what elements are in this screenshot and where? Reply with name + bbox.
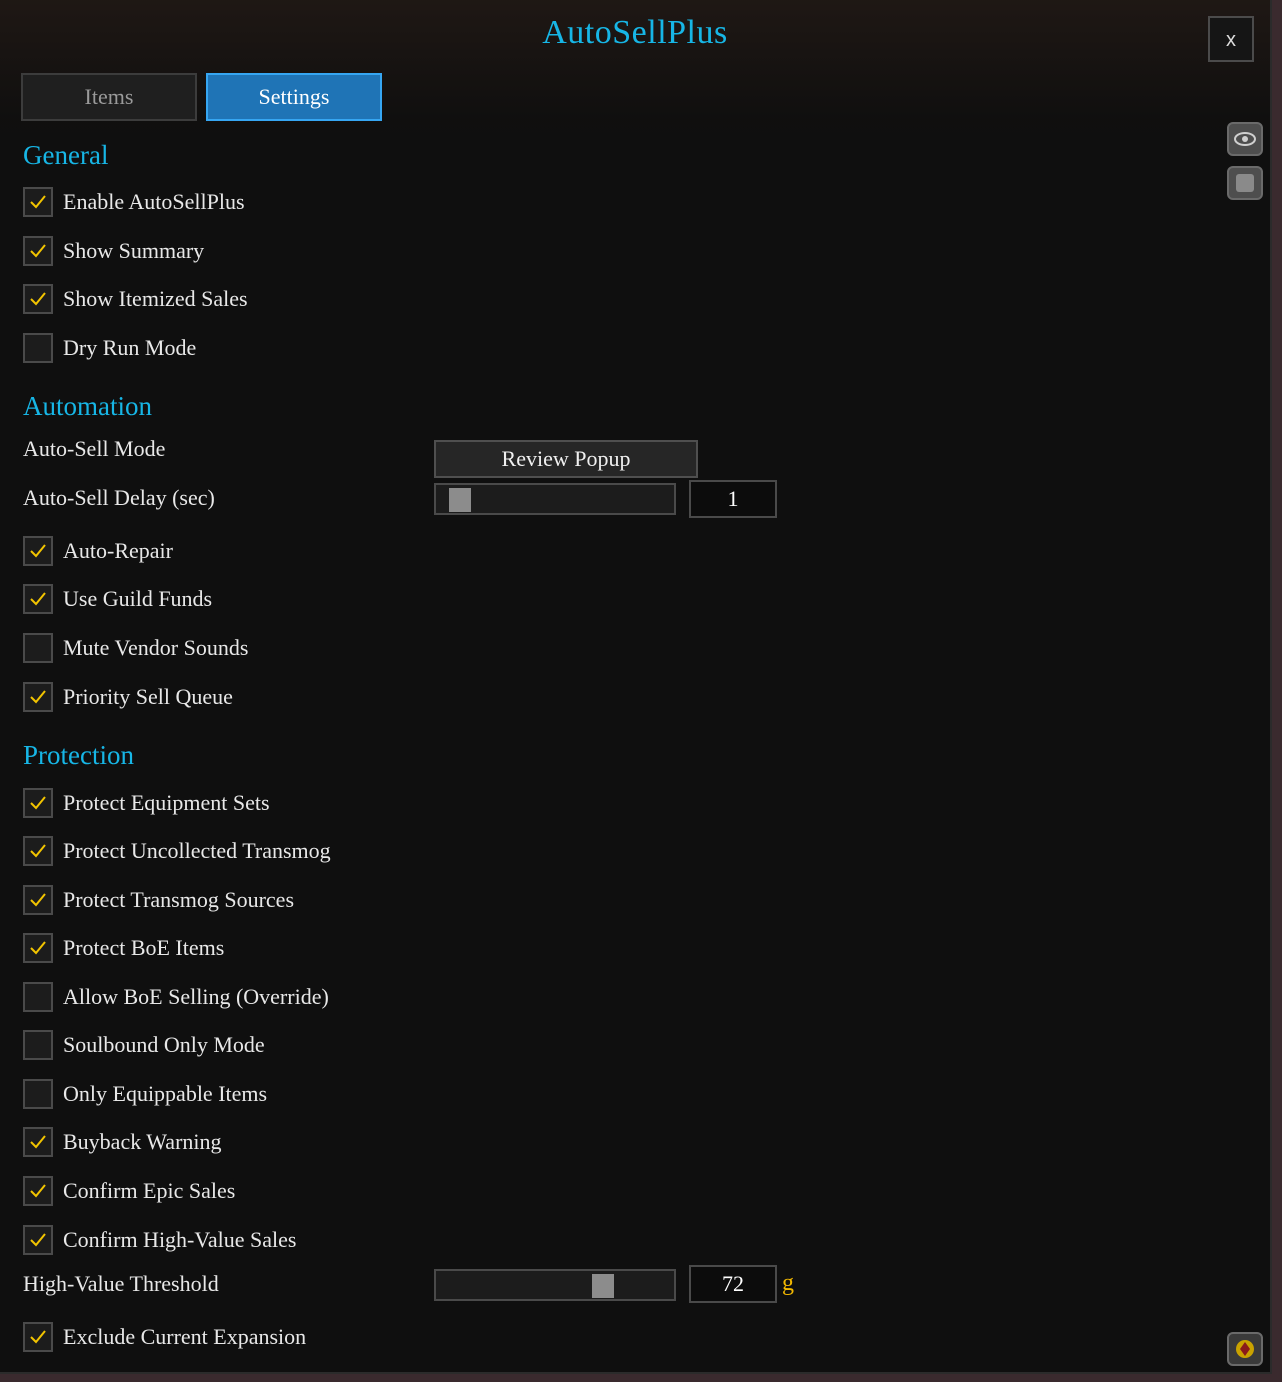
option-label: Mute Vendor Sounds [63, 635, 249, 660]
checkbox[interactable] [23, 1322, 53, 1352]
tab-items[interactable]: Items [21, 73, 197, 121]
tab-settings[interactable]: Settings [206, 73, 382, 121]
window-title: AutoSellPlus [542, 14, 728, 51]
option-label: Protect BoE Items [63, 935, 225, 960]
high-value-threshold-label: High-Value Threshold [23, 1271, 219, 1296]
auto-sell-delay-input[interactable]: 1 [689, 480, 777, 518]
checkbox[interactable] [23, 1079, 53, 1109]
checkbox[interactable] [23, 836, 53, 866]
section-automation-heading: Automation [23, 391, 152, 421]
high-value-threshold-slider[interactable] [434, 1269, 676, 1301]
eye-icon[interactable] [1227, 122, 1263, 156]
checkmark-icon [30, 1135, 46, 1149]
option-label: Buyback Warning [63, 1129, 222, 1154]
option-label: Show Itemized Sales [63, 286, 248, 311]
checkmark-icon [30, 244, 46, 258]
checkbox[interactable] [23, 885, 53, 915]
gem-icon[interactable] [1227, 1332, 1263, 1366]
option-label: Protect Uncollected Transmog [63, 838, 331, 863]
section-general-heading: General [23, 140, 109, 170]
option-label: Confirm Epic Sales [63, 1178, 236, 1203]
high-value-threshold-input[interactable]: 72 [689, 1265, 777, 1303]
checkbox[interactable] [23, 982, 53, 1012]
checkmark-icon [30, 195, 46, 209]
checkbox[interactable] [23, 633, 53, 663]
option-label: Use Guild Funds [63, 586, 213, 611]
checkbox[interactable] [23, 584, 53, 614]
checkbox[interactable] [23, 187, 53, 217]
option-enable-autosellplus[interactable]: Enable AutoSellPlus [23, 186, 245, 218]
checkmark-icon [30, 544, 46, 558]
auto-sell-delay-label: Auto-Sell Delay (sec) [23, 485, 215, 510]
slider-thumb[interactable] [592, 1274, 614, 1298]
checkmark-icon [30, 844, 46, 858]
checkmark-icon [30, 690, 46, 704]
option-label: Protect Transmog Sources [63, 887, 294, 912]
option-label: Only Equippable Items [63, 1081, 268, 1106]
option-show-summary[interactable]: Show Summary [23, 235, 204, 267]
checkbox[interactable] [23, 284, 53, 314]
option-label: Enable AutoSellPlus [63, 189, 245, 214]
checkmark-icon [30, 1184, 46, 1198]
option-confirm-high-value-sales[interactable]: Confirm High-Value Sales [23, 1224, 296, 1256]
checkbox[interactable] [23, 1030, 53, 1060]
checkbox[interactable] [23, 1225, 53, 1255]
checkmark-icon [30, 1330, 46, 1344]
option-protect-boe-items[interactable]: Protect BoE Items [23, 932, 224, 964]
checkbox[interactable] [23, 236, 53, 266]
option-label: Auto-Repair [63, 538, 173, 563]
option-dry-run-mode[interactable]: Dry Run Mode [23, 332, 196, 364]
settings-window: AutoSellPlus x Items Settings General En… [0, 0, 1272, 1374]
checkbox[interactable] [23, 536, 53, 566]
option-mute-vendor-sounds[interactable]: Mute Vendor Sounds [23, 632, 248, 664]
option-protect-equipment-sets[interactable]: Protect Equipment Sets [23, 787, 270, 819]
auto-sell-mode-label: Auto-Sell Mode [23, 436, 166, 461]
checkmark-icon [30, 592, 46, 606]
option-show-itemized-sales[interactable]: Show Itemized Sales [23, 283, 248, 315]
checkbox[interactable] [23, 1127, 53, 1157]
option-only-equippable-items[interactable]: Only Equippable Items [23, 1078, 267, 1110]
option-priority-sell-queue[interactable]: Priority Sell Queue [23, 681, 233, 713]
option-label: Protect Equipment Sets [63, 790, 270, 815]
option-auto-repair[interactable]: Auto-Repair [23, 535, 173, 567]
checkmark-icon [30, 292, 46, 306]
option-label: Confirm High-Value Sales [63, 1227, 297, 1252]
option-buyback-warning[interactable]: Buyback Warning [23, 1126, 222, 1158]
checkmark-icon [30, 1233, 46, 1247]
option-soulbound-only-mode[interactable]: Soulbound Only Mode [23, 1029, 265, 1061]
option-protect-uncollected-transmog[interactable]: Protect Uncollected Transmog [23, 835, 331, 867]
option-protect-transmog-sources[interactable]: Protect Transmog Sources [23, 884, 294, 916]
checkbox[interactable] [23, 333, 53, 363]
checkbox[interactable] [23, 682, 53, 712]
checkmark-icon [30, 893, 46, 907]
option-label: Priority Sell Queue [63, 684, 233, 709]
checkbox[interactable] [23, 933, 53, 963]
option-label: Exclude Current Expansion [63, 1324, 307, 1349]
auto-sell-mode-dropdown[interactable]: Review Popup [434, 440, 698, 478]
option-label: Allow BoE Selling (Override) [63, 984, 329, 1009]
close-button[interactable]: x [1208, 16, 1254, 62]
option-confirm-epic-sales[interactable]: Confirm Epic Sales [23, 1175, 235, 1207]
option-label: Dry Run Mode [63, 335, 197, 360]
option-label: Show Summary [63, 238, 205, 263]
option-allow-boe-selling[interactable]: Allow BoE Selling (Override) [23, 981, 329, 1013]
checkbox[interactable] [23, 788, 53, 818]
square-icon[interactable] [1227, 166, 1263, 200]
gold-unit-label: g [782, 1270, 794, 1296]
option-label: Soulbound Only Mode [63, 1032, 265, 1057]
option-exclude-current-expansion[interactable]: Exclude Current Expansion [23, 1321, 306, 1353]
checkmark-icon [30, 796, 46, 810]
checkmark-icon [30, 941, 46, 955]
option-use-guild-funds[interactable]: Use Guild Funds [23, 583, 212, 615]
auto-sell-delay-slider[interactable] [434, 483, 676, 515]
section-protection-heading: Protection [23, 740, 134, 770]
slider-thumb[interactable] [449, 488, 471, 512]
checkbox[interactable] [23, 1176, 53, 1206]
